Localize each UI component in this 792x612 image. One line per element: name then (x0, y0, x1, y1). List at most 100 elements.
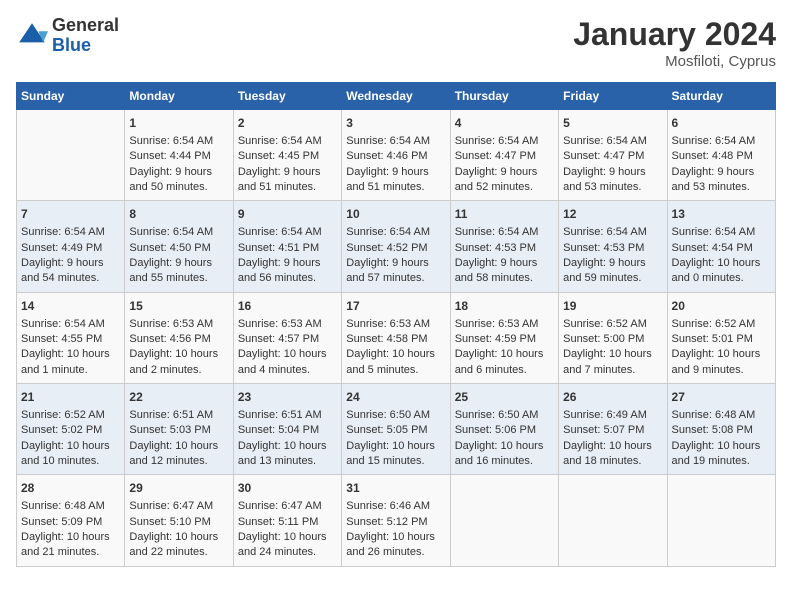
day-info-line: and 16 minutes. (455, 454, 554, 469)
day-info-line: Sunrise: 6:50 AM (455, 408, 554, 423)
day-info-line: Daylight: 10 hours (238, 530, 337, 545)
calendar-week-row: 28Sunrise: 6:48 AMSunset: 5:09 PMDayligh… (17, 475, 776, 566)
day-number: 16 (238, 298, 337, 315)
day-info-line: Daylight: 9 hours (455, 256, 554, 271)
calendar-cell: 1Sunrise: 6:54 AMSunset: 4:44 PMDaylight… (125, 110, 233, 201)
day-info-line: Daylight: 10 hours (672, 256, 771, 271)
day-info-line: Sunrise: 6:54 AM (238, 225, 337, 240)
day-info-line: Sunset: 4:52 PM (346, 241, 445, 256)
day-info-line: Daylight: 9 hours (672, 165, 771, 180)
calendar-cell: 14Sunrise: 6:54 AMSunset: 4:55 PMDayligh… (17, 292, 125, 383)
day-info-line: Sunrise: 6:54 AM (346, 134, 445, 149)
day-number: 10 (346, 206, 445, 223)
day-info-line: and 1 minute. (21, 363, 120, 378)
day-info-line: Daylight: 9 hours (129, 256, 228, 271)
day-info-line: Sunset: 4:50 PM (129, 241, 228, 256)
day-info-line: Daylight: 9 hours (238, 165, 337, 180)
calendar-week-row: 14Sunrise: 6:54 AMSunset: 4:55 PMDayligh… (17, 292, 776, 383)
day-info-line: Daylight: 10 hours (455, 347, 554, 362)
weekday-header: Saturday (667, 83, 775, 110)
calendar-cell: 13Sunrise: 6:54 AMSunset: 4:54 PMDayligh… (667, 201, 775, 292)
day-info-line: and 9 minutes. (672, 363, 771, 378)
day-number: 20 (672, 298, 771, 315)
day-info-line: and 51 minutes. (346, 180, 445, 195)
day-info-line: Sunset: 5:01 PM (672, 332, 771, 347)
day-number: 28 (21, 480, 120, 497)
calendar-cell: 26Sunrise: 6:49 AMSunset: 5:07 PMDayligh… (559, 384, 667, 475)
day-info-line: Sunset: 4:55 PM (21, 332, 120, 347)
day-info-line: and 53 minutes. (672, 180, 771, 195)
day-info-line: and 24 minutes. (238, 545, 337, 560)
day-info-line: Sunset: 5:10 PM (129, 515, 228, 530)
day-info-line: Sunset: 4:51 PM (238, 241, 337, 256)
day-number: 11 (455, 206, 554, 223)
calendar-cell: 17Sunrise: 6:53 AMSunset: 4:58 PMDayligh… (342, 292, 450, 383)
day-info-line: Daylight: 9 hours (346, 256, 445, 271)
calendar-cell: 22Sunrise: 6:51 AMSunset: 5:03 PMDayligh… (125, 384, 233, 475)
day-info-line: Daylight: 10 hours (21, 439, 120, 454)
day-number: 27 (672, 389, 771, 406)
calendar-cell: 30Sunrise: 6:47 AMSunset: 5:11 PMDayligh… (233, 475, 341, 566)
calendar-cell: 18Sunrise: 6:53 AMSunset: 4:59 PMDayligh… (450, 292, 558, 383)
day-info-line: Daylight: 10 hours (129, 347, 228, 362)
day-info-line: Sunset: 5:05 PM (346, 423, 445, 438)
day-info-line: Daylight: 9 hours (238, 256, 337, 271)
day-info-line: and 58 minutes. (455, 271, 554, 286)
day-info-line: Sunrise: 6:48 AM (21, 499, 120, 514)
calendar-cell: 4Sunrise: 6:54 AMSunset: 4:47 PMDaylight… (450, 110, 558, 201)
day-info-line: and 51 minutes. (238, 180, 337, 195)
calendar-cell: 24Sunrise: 6:50 AMSunset: 5:05 PMDayligh… (342, 384, 450, 475)
day-info-line: Sunset: 4:56 PM (129, 332, 228, 347)
calendar-cell: 9Sunrise: 6:54 AMSunset: 4:51 PMDaylight… (233, 201, 341, 292)
day-info-line: Sunrise: 6:51 AM (238, 408, 337, 423)
day-info-line: Sunrise: 6:50 AM (346, 408, 445, 423)
calendar-week-row: 21Sunrise: 6:52 AMSunset: 5:02 PMDayligh… (17, 384, 776, 475)
day-info-line: Sunrise: 6:51 AM (129, 408, 228, 423)
day-info-line: and 15 minutes. (346, 454, 445, 469)
day-info-line: Sunset: 4:59 PM (455, 332, 554, 347)
weekday-header: Monday (125, 83, 233, 110)
day-number: 29 (129, 480, 228, 497)
day-number: 13 (672, 206, 771, 223)
day-number: 23 (238, 389, 337, 406)
day-info-line: Sunset: 5:00 PM (563, 332, 662, 347)
calendar-cell (667, 475, 775, 566)
day-info-line: Sunrise: 6:53 AM (238, 317, 337, 332)
calendar-cell (450, 475, 558, 566)
day-info-line: and 10 minutes. (21, 454, 120, 469)
day-info-line: Daylight: 10 hours (346, 347, 445, 362)
day-info-line: Sunset: 4:47 PM (455, 149, 554, 164)
day-info-line: Sunrise: 6:47 AM (238, 499, 337, 514)
calendar-cell: 5Sunrise: 6:54 AMSunset: 4:47 PMDaylight… (559, 110, 667, 201)
calendar-cell: 19Sunrise: 6:52 AMSunset: 5:00 PMDayligh… (559, 292, 667, 383)
calendar-cell: 27Sunrise: 6:48 AMSunset: 5:08 PMDayligh… (667, 384, 775, 475)
day-info-line: Daylight: 10 hours (563, 347, 662, 362)
day-info-line: Sunset: 4:57 PM (238, 332, 337, 347)
day-info-line: Daylight: 9 hours (563, 165, 662, 180)
day-number: 17 (346, 298, 445, 315)
day-info-line: and 13 minutes. (238, 454, 337, 469)
day-info-line: and 18 minutes. (563, 454, 662, 469)
day-number: 12 (563, 206, 662, 223)
day-info-line: Sunrise: 6:54 AM (346, 225, 445, 240)
day-info-line: Sunset: 5:02 PM (21, 423, 120, 438)
day-info-line: and 12 minutes. (129, 454, 228, 469)
location: Mosfiloti, Cyprus (573, 53, 776, 70)
day-info-line: Daylight: 10 hours (563, 439, 662, 454)
day-info-line: Daylight: 9 hours (563, 256, 662, 271)
day-info-line: Sunrise: 6:53 AM (455, 317, 554, 332)
calendar-cell: 2Sunrise: 6:54 AMSunset: 4:45 PMDaylight… (233, 110, 341, 201)
day-info-line: Daylight: 10 hours (129, 530, 228, 545)
day-info-line: Sunset: 4:58 PM (346, 332, 445, 347)
day-info-line: Sunrise: 6:54 AM (672, 134, 771, 149)
day-info-line: Daylight: 9 hours (21, 256, 120, 271)
calendar-cell: 3Sunrise: 6:54 AMSunset: 4:46 PMDaylight… (342, 110, 450, 201)
day-number: 15 (129, 298, 228, 315)
day-info-line: Sunset: 5:04 PM (238, 423, 337, 438)
calendar-cell: 11Sunrise: 6:54 AMSunset: 4:53 PMDayligh… (450, 201, 558, 292)
day-info-line: Daylight: 10 hours (238, 439, 337, 454)
logo-general-text: General (52, 16, 119, 36)
day-info-line: Sunrise: 6:54 AM (563, 225, 662, 240)
day-info-line: Sunset: 4:46 PM (346, 149, 445, 164)
day-info-line: Sunrise: 6:49 AM (563, 408, 662, 423)
